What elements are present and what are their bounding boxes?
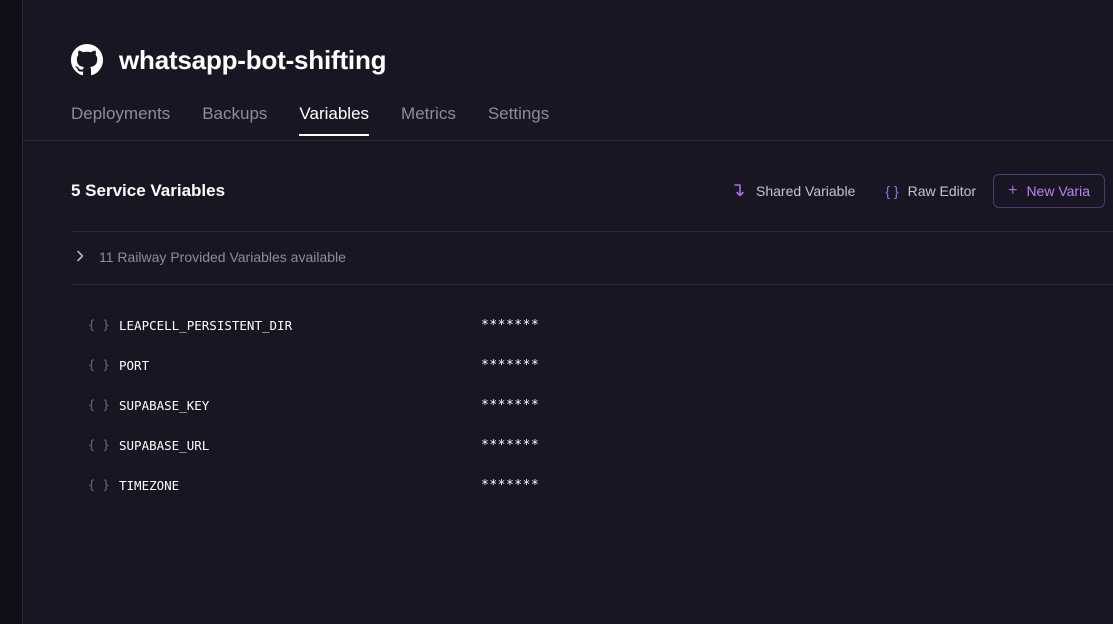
- shared-variable-button[interactable]: Shared Variable: [733, 183, 855, 200]
- variable-name: LEAPCELL_PERSISTENT_DIR: [119, 317, 293, 333]
- tab-deployments[interactable]: Deployments: [71, 104, 170, 136]
- variable-row[interactable]: { } TIMEZONE *******: [88, 465, 539, 505]
- shared-variable-label: Shared Variable: [756, 183, 856, 199]
- variable-value[interactable]: *******: [481, 478, 539, 493]
- braces-icon: { }: [88, 318, 110, 332]
- variables-toolbar: Shared Variable { } Raw Editor + New Var…: [733, 174, 1105, 208]
- tab-variables[interactable]: Variables: [299, 104, 370, 136]
- variable-row[interactable]: { } SUPABASE_URL *******: [88, 425, 539, 465]
- left-rail: [0, 0, 23, 624]
- tab-bar: Deployments Backups Variables Metrics Se…: [71, 104, 581, 136]
- service-panel: whatsapp-bot-shifting Deployments Backup…: [23, 0, 1113, 624]
- tabs-divider: [23, 140, 1113, 141]
- variable-row[interactable]: { } PORT *******: [88, 345, 539, 385]
- raw-editor-button[interactable]: { } Raw Editor: [885, 183, 976, 199]
- variable-value[interactable]: *******: [481, 318, 539, 333]
- braces-icon: { }: [88, 358, 110, 372]
- service-title: whatsapp-bot-shifting: [119, 44, 387, 75]
- tab-metrics[interactable]: Metrics: [401, 104, 456, 136]
- braces-icon: { }: [88, 398, 110, 412]
- braces-icon: { }: [885, 183, 899, 199]
- github-icon: [71, 44, 103, 76]
- railway-provided-label: 11 Railway Provided Variables available: [99, 249, 346, 265]
- new-variable-label: New Varia: [1026, 183, 1090, 199]
- variable-value[interactable]: *******: [481, 398, 539, 413]
- braces-icon: { }: [88, 438, 110, 452]
- list-divider: [71, 284, 1113, 285]
- new-variable-button[interactable]: + New Varia: [993, 174, 1105, 208]
- section-divider: [71, 231, 1113, 232]
- variable-name: SUPABASE_KEY: [119, 397, 210, 413]
- braces-icon: { }: [88, 478, 110, 492]
- variable-row[interactable]: { } SUPABASE_KEY *******: [88, 385, 539, 425]
- railway-provided-toggle[interactable]: 11 Railway Provided Variables available: [75, 249, 346, 265]
- chevron-right-icon: [75, 249, 85, 265]
- variable-value[interactable]: *******: [481, 438, 539, 453]
- plus-icon: +: [1008, 182, 1018, 199]
- tab-backups[interactable]: Backups: [202, 104, 267, 136]
- variable-value[interactable]: *******: [481, 358, 539, 373]
- variable-name: TIMEZONE: [119, 477, 180, 493]
- arrow-down-right-icon: [733, 183, 747, 200]
- variable-name: PORT: [119, 357, 150, 373]
- section-title: 5 Service Variables: [71, 181, 226, 200]
- service-header: whatsapp-bot-shifting: [71, 44, 387, 76]
- tab-settings[interactable]: Settings: [488, 104, 549, 136]
- variable-row[interactable]: { } LEAPCELL_PERSISTENT_DIR *******: [88, 305, 539, 345]
- variable-name: SUPABASE_URL: [119, 437, 210, 453]
- raw-editor-label: Raw Editor: [907, 183, 977, 199]
- variable-list: { } LEAPCELL_PERSISTENT_DIR ******* { } …: [88, 305, 539, 505]
